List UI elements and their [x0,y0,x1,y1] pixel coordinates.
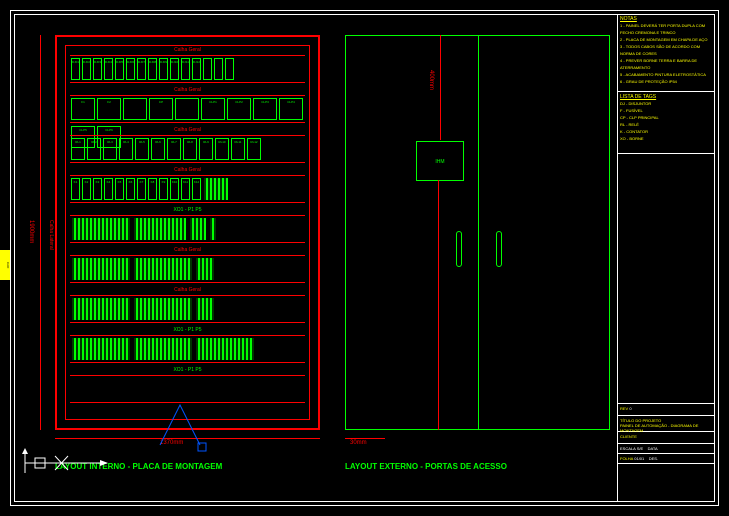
tb-date-label: DATA [648,446,658,451]
tb-scale: S/E [637,446,643,451]
notas-list: 1 - PAINEL DEVERÁ TER PORTA DUPLA COM FE… [620,22,713,85]
row-label: Calha Geral [70,87,305,93]
title-block: NOTAS 1 - PAINEL DEVERÁ TER PORTA DUPLA … [617,14,715,502]
row-label: Calha Geral [70,247,305,253]
door-handle-right [496,231,502,267]
nota-item: 4 - PREVER BORNE TERRA E BARRA DE ATERRA… [620,57,713,71]
terminal-row-8: XO1 - P1 P5 [70,335,305,363]
row-label: XO1 - P1 P5 [70,327,305,333]
terminal-row-7: Calha Geral [70,295,305,323]
legenda-item: F - FUSÍVEL [620,107,713,114]
nota-item: 2 - PLACA DE MONTAGEM EM CHAPA DE AÇO [620,36,713,43]
row-label: XO1 - P1 P5 [70,207,305,213]
row-label: Calha Geral [70,287,305,293]
component-row-1: Calha Geral DJ01DJ02DJ03DJ04DJ05DJ06DJ07… [70,55,305,83]
cad-watermark: CAD [0,250,10,280]
legenda-item: XO - BORNE [620,135,713,142]
nota-item: 6 - GRAU DE PROTEÇÃO IP54 [620,78,713,85]
legenda-item: DJ - DISJUNTOR [620,100,713,107]
dim-height [40,35,41,430]
legenda-list: DJ - DISJUNTORF - FUSÍVELCP - CLP PRINCI… [620,100,713,142]
origin-marker-icon [20,448,110,478]
dim-gap-text: 30mm [350,440,367,446]
nota-item: 3 - TODOS CABOS SÃO DE ACORDO COM NORMA … [620,43,713,57]
tb-sheet: 01/01 [634,456,644,461]
door-split [478,36,479,429]
row-label: Calha Geral [70,167,305,173]
dim-ihm-center [438,180,439,430]
annotation-arrow-blue [150,395,210,455]
dim-gap [345,438,385,439]
dim-height-text: 1900mm [28,220,34,243]
row-label: Calha Geral [70,127,305,133]
terminal-row-6: Calha Geral [70,255,305,283]
tb-client-label: CLIENTE [620,434,637,439]
internal-panel: Calha Geral DJ01DJ02DJ03DJ04DJ05DJ06DJ07… [55,35,320,430]
dim-ihm-text: 400mm [428,70,434,90]
tb-sheet-label: FOLHA [620,456,633,461]
external-panel: IHM [345,35,610,430]
dim-side-label: Calha Lateral [48,220,54,250]
row-label: XO1 - P1 P5 [70,367,305,373]
legenda-item: CP - CLP PRINCIPAL [620,114,713,121]
tb-rev-label: REV [620,406,628,411]
dim-ihm-v [440,35,441,140]
tb-drawn-label: DES. [649,456,658,461]
legenda-item: RL - RELÉ [620,121,713,128]
tb-rev: 0 [629,406,631,411]
component-row-3: Calha Geral RL1RL2RL3RL4RL5RL6RL7RL8RL9R… [70,135,305,163]
tb-scale-label: ESCALA [620,446,636,451]
legenda-item: K - CONTATOR [620,128,713,135]
terminal-row-5: XO1 - P1 P5 [70,215,305,243]
nota-item: 1 - PAINEL DEVERÁ TER PORTA DUPLA COM FE… [620,22,713,36]
component-row-2: Calha Geral F1F2CPCLP1CLP2CLP3CLP4CLP5CL… [70,95,305,123]
row-label: Calha Geral [70,47,305,53]
door-handle-left [456,231,462,267]
caption-right: LAYOUT EXTERNO - PORTAS DE ACESSO [345,462,507,471]
component-row-4: Calha Geral K1K2K3K4K5K6K7K8K9K10K11K12 [70,175,305,203]
ihm-display: IHM [416,141,464,181]
nota-item: 5 - ACABAMENTO PINTURA ELETROSTÁTICA [620,71,713,78]
